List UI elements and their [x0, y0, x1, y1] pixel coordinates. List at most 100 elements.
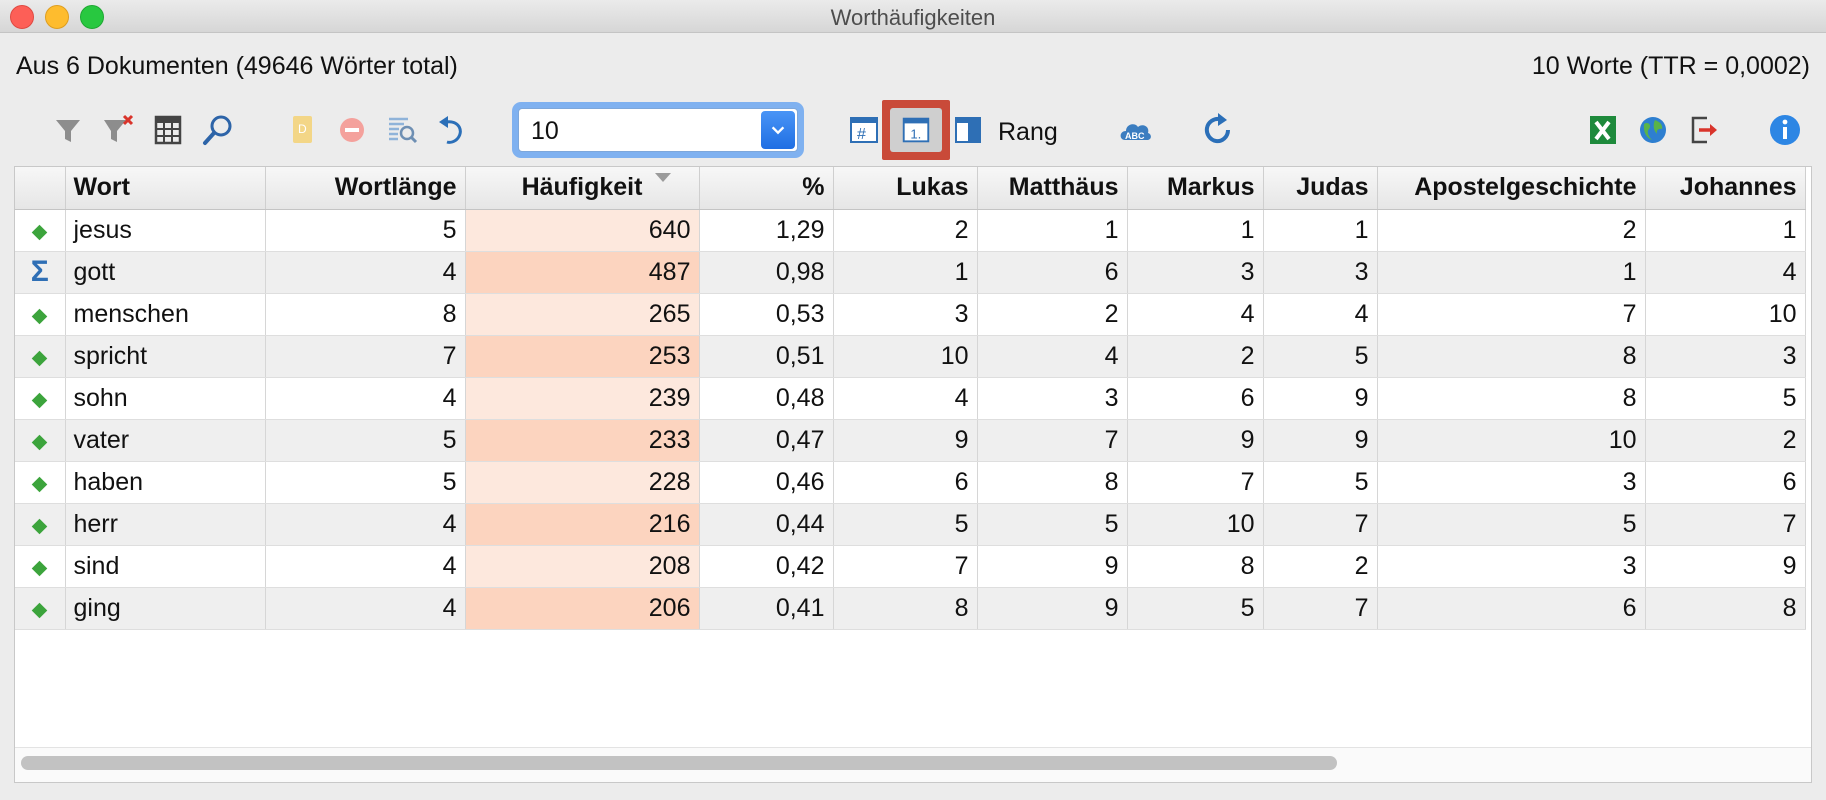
column-header-judas[interactable]: Judas	[1263, 167, 1378, 210]
table-cell: 2	[1377, 209, 1646, 252]
info-icon[interactable]	[1765, 110, 1805, 150]
table-cell: 4	[265, 545, 466, 588]
table-cell: 4	[1127, 293, 1264, 336]
row-icon-cell	[15, 503, 66, 546]
undo-icon[interactable]	[432, 110, 472, 150]
export-icon[interactable]	[1683, 110, 1723, 150]
table-row[interactable]: herr 4 216 0,44 5 5 10 7 5 7	[15, 503, 1806, 546]
word-frequency-table[interactable]: Wort Wortlänge Häufigkeit % Lukas Matthä…	[14, 166, 1812, 783]
table-cell: 8	[833, 587, 978, 630]
table-cell: 208	[465, 545, 700, 588]
refresh-icon[interactable]	[1198, 110, 1238, 150]
table-cell: 2	[1645, 419, 1806, 462]
table-cell: 1	[1645, 209, 1806, 252]
svg-text:ABC: ABC	[1125, 131, 1145, 141]
table-cell: 6	[833, 461, 978, 504]
table-cell: 3	[1645, 335, 1806, 378]
find-list-icon[interactable]	[382, 110, 422, 150]
table-row[interactable]: Σgott 4 487 0,98 1 6 3 3 1 4	[15, 251, 1806, 294]
row-icon-cell	[15, 545, 66, 588]
rank-button-highlight[interactable]: 1.	[882, 100, 950, 160]
table-cell: 265	[465, 293, 700, 336]
table-row[interactable]: sohn 4 239 0,48 4 3 6 9 8 5	[15, 377, 1806, 420]
search-icon[interactable]	[198, 110, 238, 150]
table-cell: 4	[977, 335, 1128, 378]
table-cell: 5	[265, 209, 466, 252]
title-bar[interactable]: Worthäufigkeiten	[0, 0, 1826, 33]
columns-icon[interactable]	[148, 110, 188, 150]
column-header-wort[interactable]: Wort	[65, 167, 266, 210]
hash-table-icon[interactable]: #	[844, 110, 884, 150]
table-cell: 0,46	[699, 461, 834, 504]
table-cell: 1	[1127, 209, 1264, 252]
document-summary: Aus 6 Dokumenten (49646 Wörter total)	[16, 52, 458, 80]
column-header-icon[interactable]	[15, 167, 66, 210]
table-cell: vater	[65, 419, 266, 462]
book-icon[interactable]	[948, 110, 988, 150]
table-row[interactable]: spricht 7 253 0,51 10 4 2 5 8 3	[15, 335, 1806, 378]
remove-filter-icon[interactable]	[98, 110, 138, 150]
horizontal-scrollbar[interactable]	[15, 747, 1811, 782]
diamond-icon	[31, 392, 48, 408]
table-cell: 3	[1377, 545, 1646, 588]
table-cell: 0,51	[699, 335, 834, 378]
document-icon[interactable]: D	[282, 110, 322, 150]
table-cell: 5	[1263, 335, 1378, 378]
sigma-icon: Σ	[30, 254, 49, 288]
row-icon-cell	[15, 293, 66, 336]
combo-input[interactable]: 10	[518, 108, 798, 152]
globe-icon[interactable]	[1633, 110, 1673, 150]
diamond-icon	[31, 224, 48, 240]
table-cell: 7	[1645, 503, 1806, 546]
column-header-percent[interactable]: %	[699, 167, 834, 210]
table-cell: 2	[1263, 545, 1378, 588]
table-cell: 7	[977, 419, 1128, 462]
frequency-combo-box[interactable]: 10	[512, 102, 804, 158]
rank-icon[interactable]: 1.	[890, 108, 942, 152]
table-cell: 228	[465, 461, 700, 504]
row-icon-cell	[15, 587, 66, 630]
table-cell: gott	[65, 251, 266, 294]
row-icon-cell	[15, 419, 66, 462]
table-cell: 0,48	[699, 377, 834, 420]
table-cell: 3	[833, 293, 978, 336]
combo-value: 10	[531, 117, 559, 145]
table-row[interactable]: ging 4 206 0,41 8 9 5 7 6 8	[15, 587, 1806, 630]
column-header-markus[interactable]: Markus	[1127, 167, 1264, 210]
table-cell: 1	[1263, 209, 1378, 252]
table-cell: 8	[1127, 545, 1264, 588]
column-header-johannes[interactable]: Johannes	[1645, 167, 1806, 210]
table-row[interactable]: jesus 5 640 1,29 2 1 1 1 2 1	[15, 209, 1806, 252]
table-cell: 1	[1377, 251, 1646, 294]
delete-icon[interactable]	[332, 110, 372, 150]
column-header-lukas[interactable]: Lukas	[833, 167, 978, 210]
table-cell: 4	[265, 377, 466, 420]
chevron-down-icon[interactable]	[761, 111, 795, 149]
table-cell: 2	[1127, 335, 1264, 378]
table-cell: 5	[833, 503, 978, 546]
table-cell: ging	[65, 587, 266, 630]
cloud-abc-icon[interactable]: ABC	[1115, 110, 1155, 150]
table-cell: 5	[265, 461, 466, 504]
table-row[interactable]: menschen 8 265 0,53 3 2 4 4 7 10	[15, 293, 1806, 336]
table-cell: 0,47	[699, 419, 834, 462]
table-cell: sohn	[65, 377, 266, 420]
table-cell: 206	[465, 587, 700, 630]
column-header-haeufigkeit[interactable]: Häufigkeit	[465, 167, 700, 210]
excel-icon[interactable]	[1583, 110, 1623, 150]
table-row[interactable]: vater 5 233 0,47 9 7 9 9 10 2	[15, 419, 1806, 462]
table-cell: 7	[1377, 293, 1646, 336]
column-header-apostelgeschichte[interactable]: Apostelgeschichte	[1377, 167, 1646, 210]
scrollbar-thumb[interactable]	[21, 756, 1337, 770]
table-cell: 0,98	[699, 251, 834, 294]
column-header-matthaeus[interactable]: Matthäus	[977, 167, 1128, 210]
table-row[interactable]: haben 5 228 0,46 6 8 7 5 3 6	[15, 461, 1806, 504]
table-cell: 0,42	[699, 545, 834, 588]
filter-icon[interactable]	[48, 110, 88, 150]
table-row[interactable]: sind 4 208 0,42 7 9 8 2 3 9	[15, 545, 1806, 588]
diamond-icon	[31, 476, 48, 492]
column-header-wortlaenge[interactable]: Wortlänge	[265, 167, 466, 210]
table-cell: jesus	[65, 209, 266, 252]
table-cell: 233	[465, 419, 700, 462]
table-cell: 10	[1645, 293, 1806, 336]
